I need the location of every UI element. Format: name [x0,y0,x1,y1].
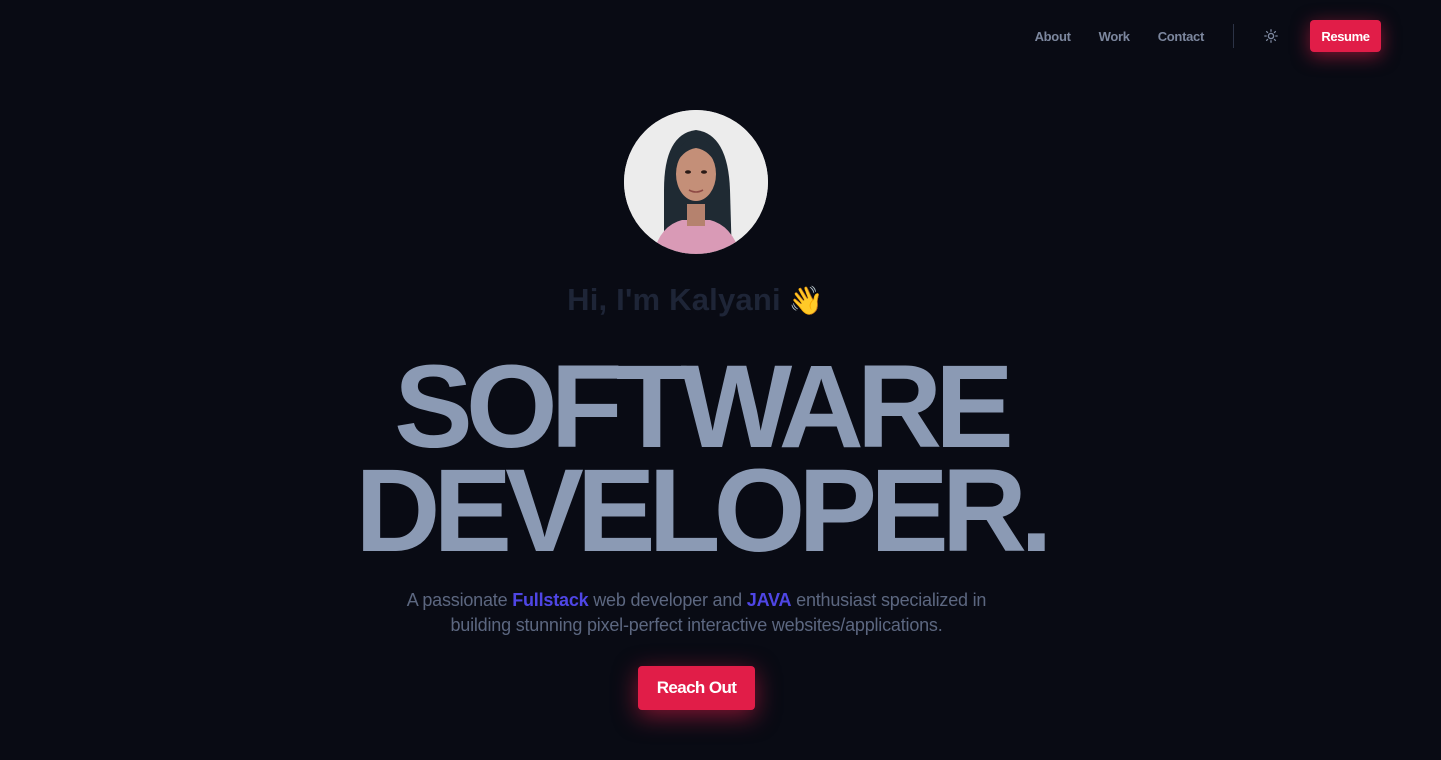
headline: SOFTWARE DEVELOPER. [0,341,1401,577]
avatar [624,110,768,254]
subtitle-line-1: A passionate Fullstack web developer and… [0,588,1393,613]
nav-link-work[interactable]: Work [1099,29,1130,44]
nav-divider [1233,24,1234,48]
subtitle-highlight-fullstack: Fullstack [512,590,589,610]
reach-out-button[interactable]: Reach Out [638,666,755,710]
resume-button[interactable]: Resume [1310,20,1381,52]
subtitle: A passionate Fullstack web developer and… [0,588,1393,638]
headline-line-2: DEVELOPER. [355,445,1053,577]
portfolio-page: About Work Contact Resume Hi, I'm Kalyan… [0,0,1441,760]
profile-photo [624,110,768,254]
wave-emoji-icon: 👋 [788,285,824,316]
greeting: Hi, I'm Kalyani 👋 [0,282,1391,318]
headline-line-1: SOFTWARE [394,341,1014,473]
subtitle-part-2: web developer and [588,590,747,610]
subtitle-highlight-java: JAVA [746,590,792,610]
top-nav: About Work Contact Resume [1035,20,1381,52]
subtitle-line-2: building stunning pixel-perfect interact… [450,615,943,635]
theme-toggle-button[interactable] [1262,27,1280,45]
subtitle-part-1: A passionate [406,590,513,610]
subtitle-part-3: enthusiast specialized in [791,590,987,610]
nav-link-about[interactable]: About [1035,29,1071,44]
greeting-text: Hi, I'm Kalyani [567,282,781,317]
nav-link-contact[interactable]: Contact [1158,29,1205,44]
sun-icon [1264,29,1278,43]
